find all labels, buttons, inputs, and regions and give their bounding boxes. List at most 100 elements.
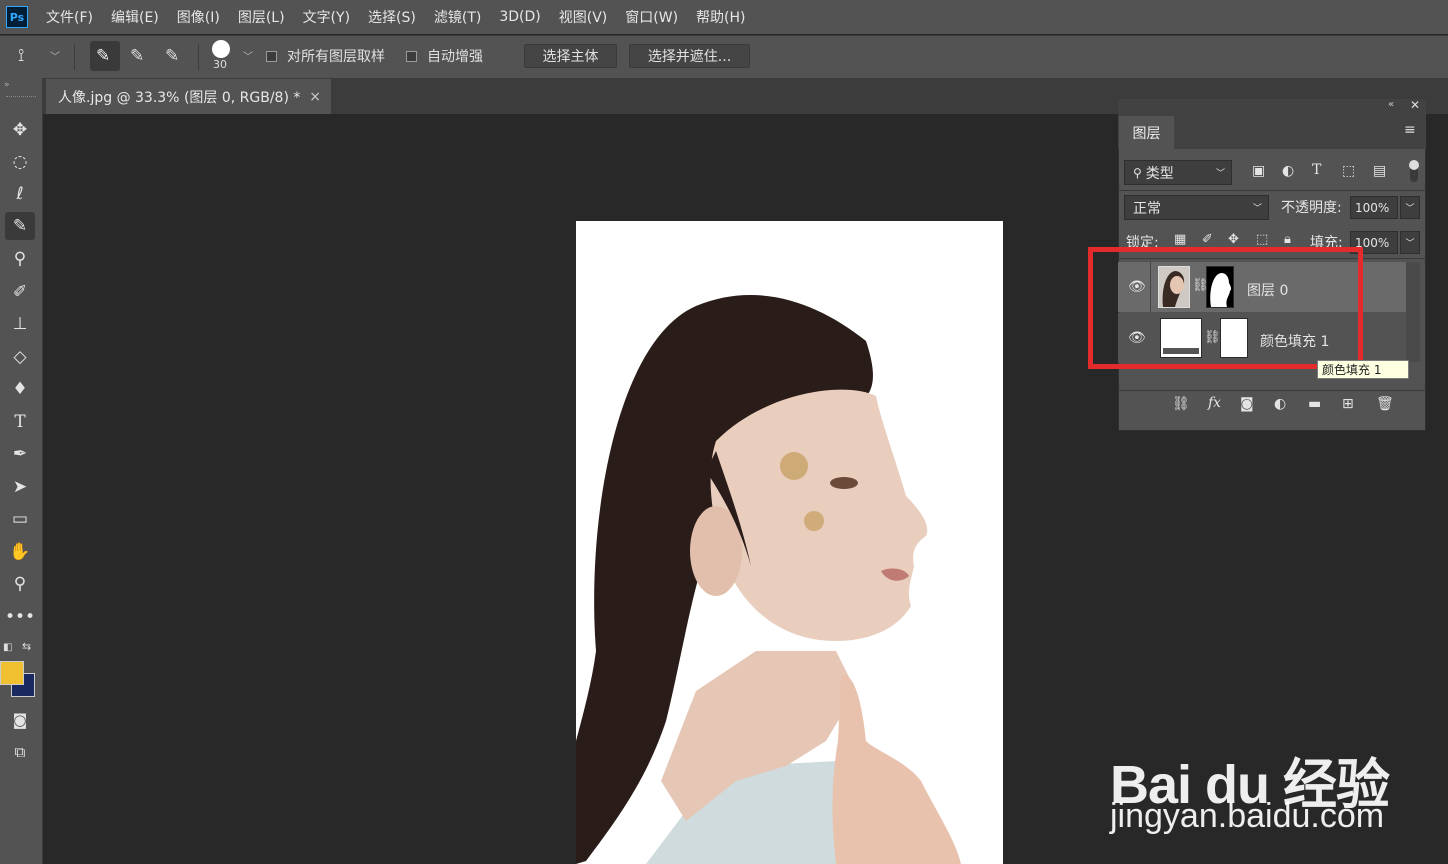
lock-position-icon[interactable]: ✥ <box>1228 232 1239 247</box>
close-panel-icon[interactable]: ✕ <box>1410 98 1420 112</box>
photoshop-logo: Ps <box>6 6 28 28</box>
brush-subtract-icon[interactable]: ✎ <box>165 46 179 66</box>
group-folder-icon[interactable]: ▬ <box>1308 396 1321 412</box>
menu-file[interactable]: 文件(F) <box>46 7 93 27</box>
adjustment-layer-icon[interactable]: ◐ <box>1274 396 1286 412</box>
sample-all-layers-label: 对所有图层取样 <box>287 49 385 65</box>
hands-shape <box>832 675 961 864</box>
divider <box>1118 190 1426 191</box>
opacity-value: 100% <box>1355 200 1390 215</box>
tab-layers[interactable]: 图层 <box>1119 116 1174 150</box>
quick-mask-icon[interactable]: ◙ <box>5 706 35 734</box>
eye-shape <box>830 477 858 489</box>
quick-select-preset-icon[interactable]: ⟟ <box>18 46 24 66</box>
type-tool-icon[interactable]: T <box>5 408 35 436</box>
brush-tool-icon[interactable]: ✐ <box>5 278 35 306</box>
close-tab-icon[interactable]: × <box>309 89 321 105</box>
move-tool-icon[interactable]: ✥ <box>5 116 35 144</box>
brush-tip-icon[interactable] <box>212 40 230 58</box>
filter-kind-select[interactable]: ⚲ 类型 ﹀ <box>1124 160 1232 185</box>
more-tools-icon[interactable]: ••• <box>5 603 35 631</box>
panel-menu-icon[interactable]: ≡ <box>1404 122 1416 138</box>
filter-toggle-knob <box>1409 160 1419 170</box>
menu-filter[interactable]: 滤镜(T) <box>434 7 481 27</box>
chevron-down-icon[interactable]: ﹀ <box>243 48 253 63</box>
gold-flake-shape <box>804 511 824 531</box>
document-tab[interactable]: 人像.jpg @ 33.3% (图层 0, RGB/8) * × <box>46 79 331 114</box>
document-canvas[interactable] <box>576 221 1003 864</box>
document-tab-title: 人像.jpg @ 33.3% (图层 0, RGB/8) * <box>58 89 301 106</box>
lock-artboard-icon[interactable]: ⬚ <box>1256 232 1268 247</box>
menu-help[interactable]: 帮助(H) <box>696 7 745 27</box>
fill-dropdown-button[interactable]: ﹀ <box>1400 231 1420 254</box>
chevron-down-icon: ﹀ <box>1252 204 1262 214</box>
quick-selection-tool-icon[interactable]: ✎ <box>5 212 35 240</box>
chevron-down-icon[interactable]: ﹀ <box>50 48 60 63</box>
blend-mode-select[interactable]: 正常 ﹀ <box>1124 195 1269 220</box>
opacity-dropdown-button[interactable]: ﹀ <box>1400 196 1420 219</box>
menu-layer[interactable]: 图层(L) <box>238 7 285 27</box>
smart-object-filter-icon[interactable]: ▤ <box>1373 163 1386 179</box>
menu-select[interactable]: 选择(S) <box>368 7 416 27</box>
path-selection-tool-icon[interactable]: ➤ <box>5 473 35 501</box>
shape-filter-icon[interactable]: ⬚ <box>1342 163 1355 179</box>
menu-type[interactable]: 文字(Y) <box>303 7 350 27</box>
new-layer-icon[interactable]: ⊞ <box>1342 396 1354 412</box>
menu-edit[interactable]: 编辑(E) <box>111 7 159 27</box>
opacity-input[interactable]: 100% <box>1350 196 1398 219</box>
foreground-color-swatch[interactable] <box>0 661 24 685</box>
menu-bar: Ps 文件(F) 编辑(E) 图像(I) 图层(L) 文字(Y) 选择(S) 滤… <box>0 0 1448 34</box>
hand-tool-icon[interactable]: ✋ <box>5 538 35 566</box>
add-mask-icon[interactable]: ◙ <box>1240 396 1254 412</box>
layer-tooltip: 颜色填充 1 <box>1317 360 1409 379</box>
menu-3d[interactable]: 3D(D) <box>499 9 540 25</box>
eraser-tool-icon[interactable]: ◇ <box>5 343 35 371</box>
lasso-tool-icon[interactable]: ℓ <box>5 180 35 208</box>
options-bar: ⟟ ﹀ ✎ ✎ ✎ 30 ﹀ 对所有图层取样 自动增强 选择主体 选择并遮住..… <box>0 35 1448 78</box>
select-subject-button[interactable]: 选择主体 <box>524 44 617 68</box>
lock-all-icon[interactable]: 🔒︎ <box>1284 232 1291 247</box>
pixel-filter-icon[interactable]: ▣ <box>1252 163 1265 179</box>
panel-header-strip <box>1118 99 1426 115</box>
blend-mode-value: 正常 <box>1133 200 1161 217</box>
chevron-down-icon: ﹀ <box>1215 169 1225 179</box>
default-colors-icon[interactable]: ◧ <box>3 642 12 653</box>
eyedropper-tool-icon[interactable]: ⚲ <box>5 245 35 273</box>
type-filter-icon[interactable]: T <box>1312 162 1321 178</box>
opacity-label: 不透明度: <box>1281 200 1342 216</box>
tools-panel: » ✥ ◌ ℓ ✎ ⚲ ✐ ⊥ ◇ ♦ T ✒ ➤ ▭ ✋ ⚲ ••• ◧ ⇆ … <box>0 78 43 864</box>
menu-window[interactable]: 窗口(W) <box>625 7 678 27</box>
screen-mode-icon[interactable]: ⧉ <box>5 738 35 766</box>
brush-add-icon[interactable]: ✎ <box>130 46 144 66</box>
adjustment-filter-icon[interactable]: ◐ <box>1282 163 1294 179</box>
lock-pixels-icon[interactable]: ✐ <box>1202 232 1213 247</box>
layers-scrollbar[interactable] <box>1406 262 1420 362</box>
menu-image[interactable]: 图像(I) <box>177 7 220 27</box>
auto-enhance-label: 自动增强 <box>427 49 483 65</box>
gold-flake-shape <box>780 452 808 480</box>
link-layers-icon[interactable]: ⛓︎ <box>1172 396 1190 412</box>
collapse-panel-icon[interactable]: « <box>1388 99 1394 110</box>
stamp-tool-icon[interactable]: ⊥ <box>5 310 35 338</box>
select-and-mask-button[interactable]: 选择并遮住... <box>629 44 750 68</box>
rectangle-tool-icon[interactable]: ▭ <box>5 505 35 533</box>
auto-enhance-checkbox[interactable] <box>406 51 417 62</box>
trash-icon[interactable]: 🗑︎ <box>1376 396 1394 412</box>
marquee-tool-icon[interactable]: ◌ <box>5 148 35 176</box>
divider <box>74 44 75 70</box>
paint-bucket-tool-icon[interactable]: ♦ <box>5 375 35 403</box>
lock-transparent-icon[interactable]: ▦ <box>1174 232 1186 247</box>
pen-tool-icon[interactable]: ✒ <box>5 440 35 468</box>
portrait-image <box>576 294 961 864</box>
highlight-box <box>1088 247 1363 369</box>
search-icon: ⚲ <box>1133 165 1142 180</box>
divider <box>1118 390 1426 391</box>
menu-view[interactable]: 视图(V) <box>559 7 608 27</box>
collapse-toolbar-icon[interactable]: » <box>4 80 10 90</box>
fx-icon[interactable]: fx <box>1208 395 1221 411</box>
zoom-tool-icon[interactable]: ⚲ <box>5 570 35 598</box>
toolbar-grip[interactable] <box>6 96 36 100</box>
sample-all-layers-checkbox[interactable] <box>266 51 277 62</box>
divider <box>198 44 199 70</box>
swap-colors-icon[interactable]: ⇆ <box>22 640 31 653</box>
